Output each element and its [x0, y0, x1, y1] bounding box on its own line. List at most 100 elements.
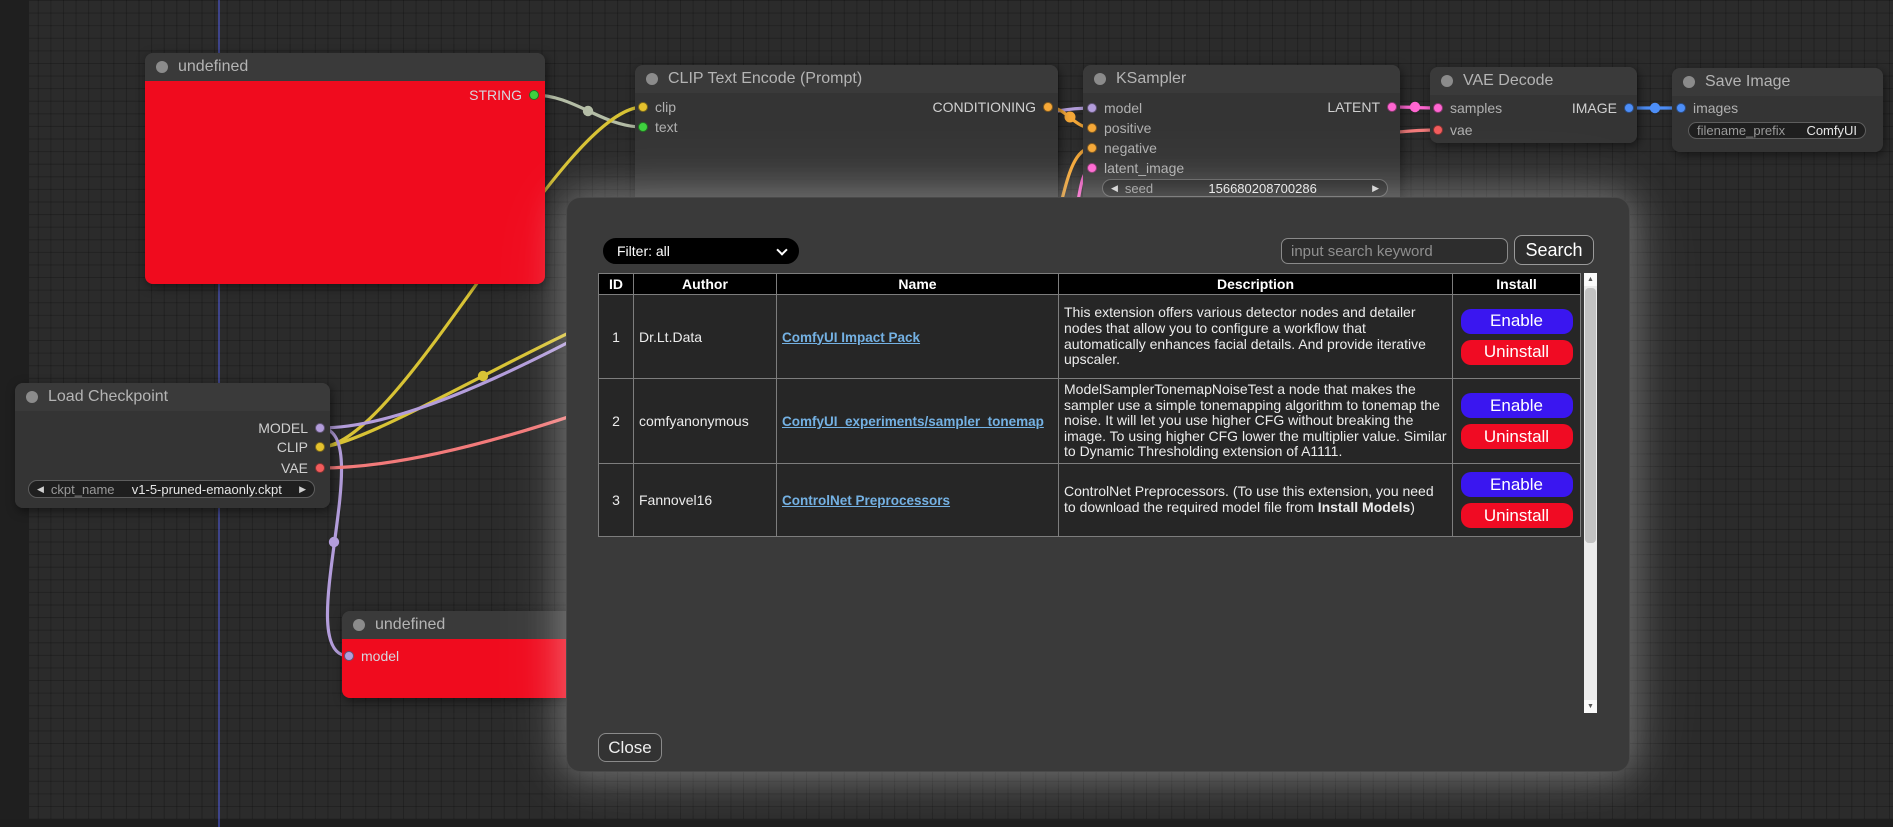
input-port-images[interactable]: images: [1676, 100, 1738, 116]
input-port-clip[interactable]: clip: [638, 99, 676, 115]
extension-id: 3: [599, 464, 634, 537]
scroll-up-arrow-icon[interactable]: [1584, 273, 1597, 286]
link-midpoint-dot: [329, 537, 339, 547]
latent-port-dot-icon[interactable]: [1387, 102, 1397, 112]
scroll-down-arrow-icon[interactable]: [1584, 700, 1597, 713]
latent-port-dot-icon[interactable]: [1433, 103, 1443, 113]
extension-author: Fannovel16: [634, 464, 777, 537]
input-port-vae[interactable]: vae: [1433, 122, 1473, 138]
filename-prefix-widget[interactable]: filename_prefix ComfyUI: [1688, 122, 1866, 139]
node-collapse-dot-icon[interactable]: [156, 61, 168, 73]
node-vae-decode[interactable]: VAE Decode samples vae IMAGE: [1430, 67, 1637, 143]
input-port-latent-image[interactable]: latent_image: [1087, 160, 1184, 176]
link-midpoint-dot: [1410, 102, 1420, 112]
text-port-dot-icon[interactable]: [638, 122, 648, 132]
search-input[interactable]: [1281, 238, 1508, 264]
node-title: Save Image: [1705, 73, 1790, 91]
node-header[interactable]: KSampler: [1083, 65, 1400, 93]
extension-name-link[interactable]: ComfyUI_experiments/sampler_tonemap: [782, 414, 1044, 429]
node-header[interactable]: Save Image: [1672, 68, 1883, 96]
input-port-model[interactable]: model: [344, 648, 399, 664]
decrement-arrow-icon[interactable]: [37, 485, 44, 494]
latent-port-dot-icon[interactable]: [1087, 163, 1097, 173]
output-port-image[interactable]: IMAGE: [1572, 100, 1634, 116]
input-port-text[interactable]: text: [638, 119, 678, 135]
scrollbar-thumb[interactable]: [1585, 288, 1596, 543]
uninstall-button[interactable]: Uninstall: [1461, 424, 1573, 449]
node-collapse-dot-icon[interactable]: [646, 73, 658, 85]
port-label: model: [361, 648, 399, 664]
table-scrollbar[interactable]: [1584, 273, 1597, 713]
ckpt-name-widget[interactable]: ckpt_name v1-5-pruned-emaonly.ckpt: [28, 480, 315, 498]
input-port-positive[interactable]: positive: [1087, 120, 1151, 136]
node-graph-canvas[interactable]: undefined STRING CLIP Text Encode (Promp…: [0, 0, 1893, 827]
node-collapse-dot-icon[interactable]: [353, 619, 365, 631]
conditioning-port-dot-icon[interactable]: [1087, 123, 1097, 133]
string-port-dot-icon[interactable]: [529, 90, 539, 100]
node-collapse-dot-icon[interactable]: [1094, 73, 1106, 85]
image-port-dot-icon[interactable]: [1624, 103, 1634, 113]
port-label: samples: [1450, 100, 1502, 116]
node-ksampler[interactable]: KSampler model positive negative latent_…: [1083, 65, 1400, 205]
clip-port-dot-icon[interactable]: [638, 102, 648, 112]
column-header-install: Install: [1453, 274, 1581, 295]
conditioning-port-dot-icon[interactable]: [1087, 143, 1097, 153]
extension-description: ControlNet Preprocessors. (To use this e…: [1059, 464, 1453, 537]
column-header-id: ID: [599, 274, 634, 295]
port-label: LATENT: [1327, 99, 1380, 115]
node-header[interactable]: Load Checkpoint: [15, 383, 330, 411]
input-port-negative[interactable]: negative: [1087, 140, 1157, 156]
extension-name-link[interactable]: ControlNet Preprocessors: [782, 493, 950, 508]
search-button[interactable]: Search: [1514, 235, 1594, 265]
decrement-arrow-icon[interactable]: [1111, 184, 1118, 193]
vae-port-dot-icon[interactable]: [1433, 125, 1443, 135]
model-port-dot-icon[interactable]: [315, 423, 325, 433]
extension-description: This extension offers various detector n…: [1059, 295, 1453, 379]
output-port-latent[interactable]: LATENT: [1327, 99, 1397, 115]
node-collapse-dot-icon[interactable]: [1441, 75, 1453, 87]
node-header[interactable]: undefined: [145, 53, 545, 81]
port-label: clip: [655, 99, 676, 115]
vae-port-dot-icon[interactable]: [315, 463, 325, 473]
uninstall-button[interactable]: Uninstall: [1461, 503, 1573, 528]
clip-port-dot-icon[interactable]: [315, 442, 325, 452]
node-collapse-dot-icon[interactable]: [26, 391, 38, 403]
output-port-clip[interactable]: CLIP: [277, 439, 325, 455]
conditioning-port-dot-icon[interactable]: [1043, 102, 1053, 112]
port-label: CONDITIONING: [933, 99, 1036, 115]
uninstall-button[interactable]: Uninstall: [1461, 340, 1573, 365]
output-port-conditioning[interactable]: CONDITIONING: [933, 99, 1053, 115]
node-header[interactable]: CLIP Text Encode (Prompt): [635, 65, 1058, 93]
extension-name-link[interactable]: ComfyUI Impact Pack: [782, 330, 920, 345]
input-port-samples[interactable]: samples: [1433, 100, 1502, 116]
enable-button[interactable]: Enable: [1461, 393, 1573, 418]
output-port-vae[interactable]: VAE: [281, 460, 325, 476]
input-port-model[interactable]: model: [1087, 100, 1142, 116]
seed-widget[interactable]: seed 156680208700286: [1102, 179, 1388, 197]
node-header[interactable]: undefined: [342, 611, 588, 639]
port-label: model: [1104, 100, 1142, 116]
output-port-model[interactable]: MODEL: [258, 420, 325, 436]
port-label: text: [655, 119, 678, 135]
image-port-dot-icon[interactable]: [1676, 103, 1686, 113]
enable-button[interactable]: Enable: [1461, 309, 1573, 334]
node-collapse-dot-icon[interactable]: [1683, 76, 1695, 88]
canvas-bottom-edge: [0, 819, 1893, 827]
node-header[interactable]: VAE Decode: [1430, 67, 1637, 95]
increment-arrow-icon[interactable]: [299, 485, 306, 494]
node-body-error: [145, 81, 545, 284]
increment-arrow-icon[interactable]: [1372, 184, 1379, 193]
filter-select[interactable]: Filter: all: [603, 238, 799, 264]
close-button[interactable]: Close: [598, 733, 662, 762]
node-undefined-top[interactable]: undefined STRING: [145, 53, 545, 284]
output-port-string[interactable]: STRING: [469, 87, 539, 103]
node-load-checkpoint[interactable]: Load Checkpoint MODEL CLIP VAE ckpt_name…: [15, 383, 330, 508]
node-undefined-bottom[interactable]: undefined model: [342, 611, 588, 698]
model-port-dot-icon[interactable]: [1087, 103, 1097, 113]
node-save-image[interactable]: Save Image images filename_prefix ComfyU…: [1672, 68, 1883, 152]
extension-author: Dr.Lt.Data: [634, 295, 777, 379]
model-port-dot-icon[interactable]: [344, 651, 354, 661]
node-title: undefined: [178, 58, 248, 76]
node-clip-text-encode[interactable]: CLIP Text Encode (Prompt) clip text COND…: [635, 65, 1058, 210]
enable-button[interactable]: Enable: [1461, 472, 1573, 497]
